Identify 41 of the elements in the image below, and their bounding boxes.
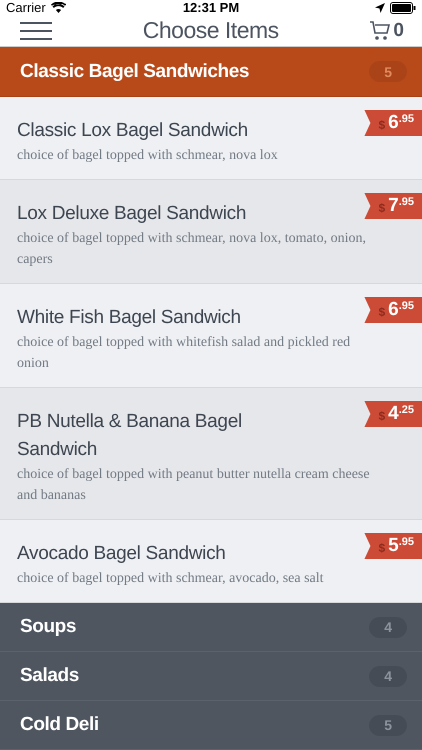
category-row[interactable]: Cold Deli 5 (0, 701, 422, 750)
category-row[interactable]: Soups 4 (0, 603, 422, 652)
item-name: Avocado Bagel Sandwich (17, 542, 227, 566)
wifi-icon (50, 2, 66, 14)
category-row[interactable]: Classic Bagel Sandwiches 5 (0, 47, 422, 97)
item-name: Classic Lox Bagel Sandwich (17, 119, 249, 143)
category-row[interactable]: Salads 4 (0, 652, 422, 701)
item-count: 5 (369, 61, 407, 82)
price-whole: 6 (388, 111, 399, 135)
item-description: choice of bagel topped with peanut butter nutella cream cheese and bananas (17, 466, 371, 505)
item-description: choice of bagel topped with schmear, nova lox, tomato, onion, capers (17, 230, 367, 269)
menu-icon[interactable] (20, 22, 52, 40)
price-whole: 4 (388, 402, 399, 426)
item-description: choice of bagel topped with schmear, nova lox (17, 147, 279, 165)
price-cents: .95 (398, 196, 414, 208)
item-name: Lox Deluxe Bagel Sandwich (17, 202, 248, 226)
item-count: 4 (369, 616, 407, 638)
item-description: choice of bagel topped with schmear, avocado, sea salt (17, 570, 325, 588)
currency-symbol: $ (378, 118, 386, 132)
item-name: PB Nutella & Banana Bagel Sandwich (17, 410, 243, 462)
item-description: choice of bagel topped with whitefish salad and pickled red onion (17, 334, 352, 373)
item-count: 4 (369, 666, 407, 686)
currency-symbol: $ (378, 541, 386, 555)
price-cents: .25 (398, 404, 414, 416)
carrier-name: Carrier (6, 0, 46, 16)
currency-symbol: $ (378, 201, 386, 215)
price-cents: .95 (398, 536, 414, 548)
screen-title: Choose Items (142, 17, 280, 44)
clock-time: 12:31 PM (182, 0, 240, 16)
item-name: White Fish Bagel Sandwich (17, 306, 242, 330)
price-whole: 6 (388, 298, 399, 322)
item-count: 5 (369, 714, 407, 736)
price-whole: 7 (388, 194, 399, 218)
price-cents: .95 (398, 113, 414, 125)
price-cents: .95 (398, 300, 414, 312)
currency-symbol: $ (378, 409, 386, 423)
price-whole: 5 (388, 534, 399, 558)
cart-button[interactable]: 0 (369, 20, 404, 42)
battery-icon (390, 2, 416, 14)
currency-symbol: $ (378, 305, 386, 319)
location-arrow-icon (375, 2, 385, 13)
